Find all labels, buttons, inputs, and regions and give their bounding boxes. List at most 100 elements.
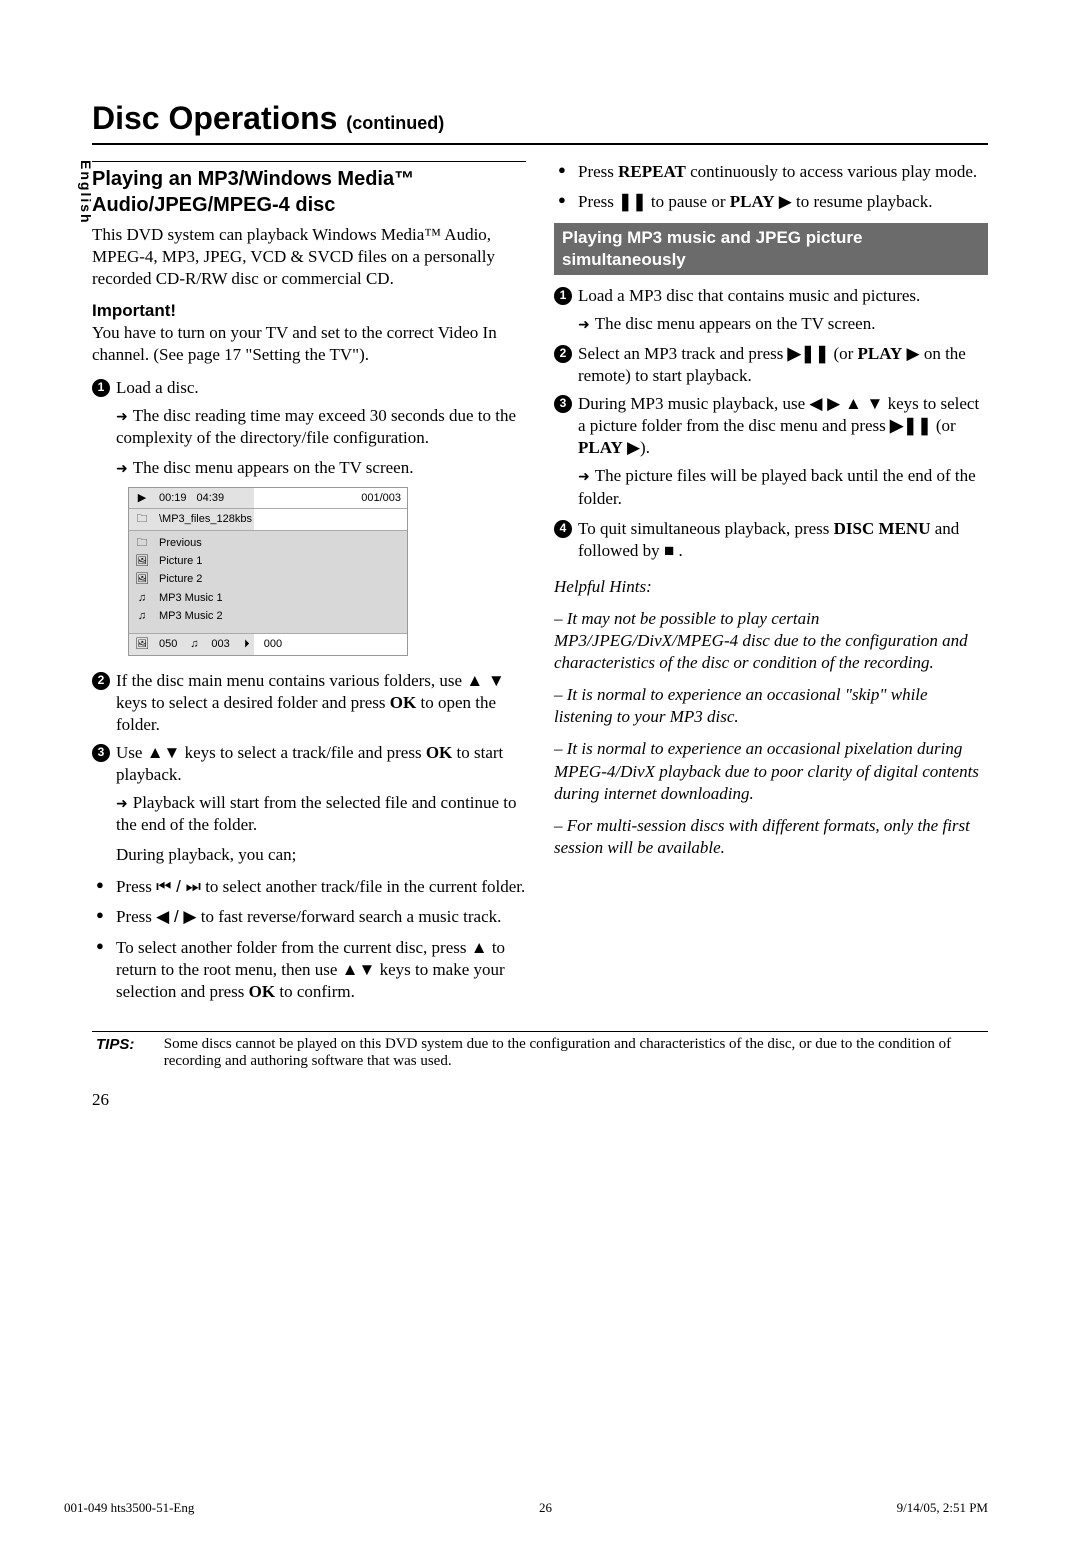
bullet-text-a: Press <box>578 192 618 211</box>
playpause-icon: ▶❚❚ <box>788 344 830 363</box>
step-badge-2: 2 <box>92 672 110 690</box>
header-rule <box>92 143 988 145</box>
footer-page: 26 <box>539 1500 552 1516</box>
rstep-3-text-a: During MP3 music playback, use <box>578 394 809 413</box>
step-3: 3 Use ▲▼ keys to select a track/file and… <box>92 742 526 786</box>
item-label: Previous <box>159 536 202 550</box>
rstep-2-text-a: Select an MP3 track and press <box>578 344 788 363</box>
step-badge-1: 1 <box>554 287 572 305</box>
rstep-3-text-d: ). <box>640 438 650 457</box>
play-label: PLAY <box>578 438 623 457</box>
important-text: You have to turn on your TV and set to t… <box>92 323 497 364</box>
item-label: MP3 Music 1 <box>159 591 223 605</box>
count-video: 000 <box>264 637 282 651</box>
left-right-icon: ◀ / ▶ <box>156 907 196 926</box>
hint-3: – It is normal to experience an occasion… <box>554 738 988 804</box>
screen-item-row: 🖼Picture 1 <box>129 550 407 568</box>
footer-file: 001-049 hts3500-51-Eng <box>64 1500 194 1516</box>
tips-label: TIPS: <box>96 1036 160 1053</box>
bullet-text-b: to fast reverse/forward search a music t… <box>196 907 501 926</box>
play-icon: ▶ <box>906 344 919 363</box>
rstep-3-text-c: (or <box>932 416 956 435</box>
rstep-1-text: Load a MP3 disc that contains music and … <box>578 286 920 305</box>
up-down-icon: ▲▼ <box>147 743 181 762</box>
track-index: 001/003 <box>361 491 401 505</box>
total-time: 04:39 <box>197 491 225 505</box>
title-text: Disc Operations <box>92 100 337 136</box>
folder-icon: 🗀 <box>135 536 149 550</box>
picture-icon: 🖼 <box>135 572 149 586</box>
rstep-3-note: The picture files will be played back un… <box>554 465 988 509</box>
play-icon: ▶ <box>135 491 149 505</box>
dpad-icon: ◀ ▶ ▲ ▼ <box>809 394 883 413</box>
bullet-text-b: continuously to access various play mode… <box>686 162 977 181</box>
screen-item-row: ♫ MP3 Music 1 <box>129 587 407 605</box>
elapsed-time: 00:19 <box>159 491 187 505</box>
screen-item-row: 🗀 Previous <box>129 531 407 550</box>
left-column: Playing an MP3/Windows Media™ Audio/JPEG… <box>92 161 526 1011</box>
step-3-text-b: keys to select a track/file and press <box>180 743 425 762</box>
step-2-text-b: keys to select a desired folder and pres… <box>116 693 390 712</box>
step-badge-2: 2 <box>554 345 572 363</box>
content-columns: Playing an MP3/Windows Media™ Audio/JPEG… <box>92 161 988 1011</box>
discmenu-label: DISC MENU <box>834 519 931 538</box>
hint-1: – It may not be possible to play certain… <box>554 608 988 674</box>
repeat-label: REPEAT <box>618 162 686 181</box>
page-title: Disc Operations (continued) <box>92 100 988 137</box>
item-label: Picture 2 <box>159 572 202 586</box>
important-block: Important! You have to turn on your TV a… <box>92 300 526 366</box>
tips-footer: TIPS: Some discs cannot be played on thi… <box>92 1031 988 1070</box>
language-tab: English <box>78 160 94 225</box>
tips-text: Some discs cannot be played on this DVD … <box>164 1036 964 1070</box>
screen-item-row: ♫MP3 Music 2 <box>129 605 407 634</box>
bullet-text-a: Press <box>578 162 618 181</box>
bullet-text-d: to confirm. <box>275 982 355 1001</box>
step-badge-4: 4 <box>554 520 572 538</box>
bullet-item: Press ◀ / ▶ to fast reverse/forward sear… <box>92 906 526 928</box>
step-badge-3: 3 <box>554 395 572 413</box>
rstep-4-text-a: To quit simultaneous playback, press <box>578 519 834 538</box>
up-down-icon: ▲▼ <box>342 960 376 979</box>
page-number: 26 <box>92 1090 988 1110</box>
print-footer: 001-049 hts3500-51-Eng 26 9/14/05, 2:51 … <box>64 1500 988 1516</box>
during-text: During playback, you can; <box>92 844 526 866</box>
picture-icon: 🖼 <box>135 637 149 651</box>
step-badge-3: 3 <box>92 744 110 762</box>
screen-item-row: 🖼 Picture 2 <box>129 568 407 586</box>
play-label: PLAY <box>730 192 775 211</box>
bullet-text-a: Press <box>116 907 156 926</box>
screen-header-row: ▶ 00:19 04:39 001/003 <box>129 488 407 509</box>
rstep-1: 1 Load a MP3 disc that contains music an… <box>554 285 988 307</box>
screen-path-row: 🗀 \MP3_files_128kbs <box>129 509 407 530</box>
title-continued: (continued) <box>346 113 444 133</box>
music-icon: ♫ <box>187 637 201 651</box>
folder-icon: 🗀 <box>135 512 149 526</box>
prev-next-icon: ⏮ / ⏭ <box>156 877 201 896</box>
bullet-item: Press ⏮ / ⏭ to select another track/file… <box>92 876 526 898</box>
step-1: 1 Load a disc. <box>92 377 526 399</box>
footer-date: 9/14/05, 2:51 PM <box>897 1500 988 1516</box>
ok-label: OK <box>390 693 416 712</box>
music-icon: ♫ <box>135 591 149 605</box>
tv-screen-graphic: ▶ 00:19 04:39 001/003 🗀 \MP3_files_128kb… <box>128 487 408 655</box>
count-music: 003 <box>211 637 229 651</box>
bullet-text-b: to select another track/file in the curr… <box>201 877 525 896</box>
bullet-text-a: Press <box>116 877 156 896</box>
manual-page: English Disc Operations (continued) Play… <box>0 0 1080 1544</box>
important-label: Important! <box>92 301 176 320</box>
bullet-item: Press REPEAT continuously to access vari… <box>554 161 988 183</box>
play-icon: ▶ <box>779 192 792 211</box>
ok-label: OK <box>249 982 275 1001</box>
subsection-band: Playing MP3 music and JPEG picture simul… <box>554 223 988 275</box>
step-1-note-1: The disc reading time may exceed 30 seco… <box>92 405 526 449</box>
right-column: Press REPEAT continuously to access vari… <box>554 161 988 1011</box>
pause-icon: ❚❚ <box>618 192 647 211</box>
up-icon: ▲ <box>471 938 488 957</box>
playpause-icon: ▶❚❚ <box>890 416 932 435</box>
subhead-rule <box>92 161 526 162</box>
rstep-2: 2 Select an MP3 track and press ▶❚❚ (or … <box>554 343 988 387</box>
play-icon: ▶ <box>627 438 640 457</box>
rstep-3: 3 During MP3 music playback, use ◀ ▶ ▲ ▼… <box>554 393 988 459</box>
step-2-text-a: If the disc main menu contains various f… <box>116 671 466 690</box>
step-1-text: Load a disc. <box>116 378 199 397</box>
